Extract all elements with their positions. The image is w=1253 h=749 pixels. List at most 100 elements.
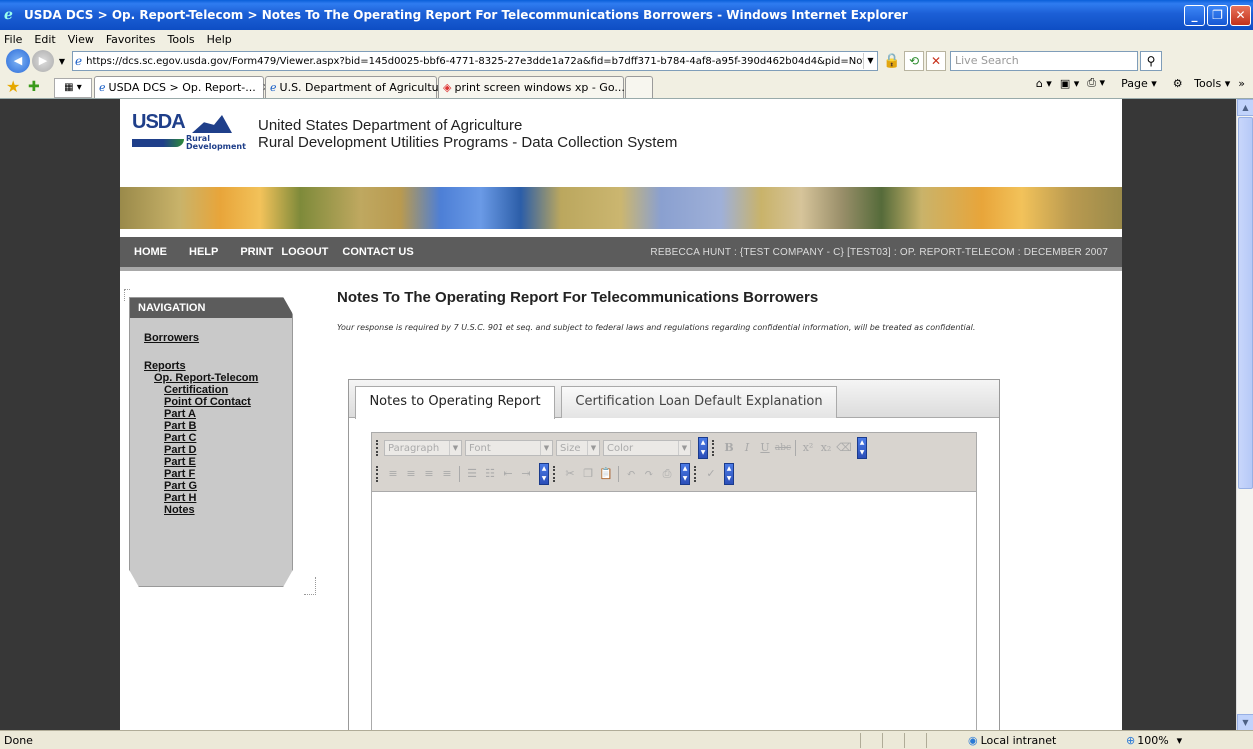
nav-print[interactable]: PRINT xyxy=(240,246,273,258)
menu-file[interactable]: File xyxy=(4,33,22,46)
search-icon[interactable]: ⚲ xyxy=(1140,51,1162,71)
nav-link-part-e[interactable]: Part E xyxy=(164,456,292,468)
security-zone[interactable]: ◉ Local intranet xyxy=(968,734,1086,747)
nav-link-notes[interactable]: Notes xyxy=(164,504,292,516)
scroll-thumb[interactable] xyxy=(1238,117,1253,489)
nav-link-part-d[interactable]: Part D xyxy=(164,444,292,456)
indent-icon[interactable]: ⇥ xyxy=(517,465,535,483)
bullet-list-icon[interactable]: ☰ xyxy=(463,465,481,483)
refresh-button[interactable]: ⟲ xyxy=(904,51,924,71)
cut-icon[interactable]: ✂ xyxy=(561,465,579,483)
nav-logout[interactable]: LOGOUT xyxy=(281,246,328,258)
paragraph-select[interactable]: Paragraph ▼ xyxy=(384,440,462,456)
font-select[interactable]: Font ▼ xyxy=(465,440,553,456)
close-window-button[interactable]: ✕ xyxy=(1230,4,1251,26)
toolbar-overflow-icon[interactable]: ▲ ▼ xyxy=(698,437,708,459)
toolbar-grip[interactable] xyxy=(694,466,698,482)
bold-icon[interactable]: B xyxy=(720,439,738,457)
toolbar-overflow-icon[interactable]: ▲ ▼ xyxy=(680,463,690,485)
nav-link-part-a[interactable]: Part A xyxy=(164,408,292,420)
lock-icon[interactable]: 🔒 xyxy=(882,53,902,69)
outdent-icon[interactable]: ⇤ xyxy=(499,465,517,483)
favorites-star-icon[interactable]: ★ xyxy=(6,76,28,98)
back-button[interactable]: ◀ xyxy=(6,49,30,73)
forward-button[interactable]: ▶ xyxy=(32,50,54,72)
nav-link-reports[interactable]: Reports xyxy=(144,360,292,372)
page-menu[interactable]: Page ▾ xyxy=(1113,77,1157,90)
paste-icon[interactable]: 📋 xyxy=(597,465,615,483)
history-dropdown-icon[interactable]: ▼ xyxy=(56,57,68,66)
nav-link-part-g[interactable]: Part G xyxy=(164,480,292,492)
home-icon[interactable]: ⌂ ▾ xyxy=(1036,77,1052,90)
spellcheck-icon[interactable]: ✓ xyxy=(702,465,720,483)
address-url[interactable]: https://dcs.sc.egov.usda.gov/Form479/Vie… xyxy=(86,56,863,67)
maximize-button[interactable]: ❐ xyxy=(1207,4,1228,26)
chevron-more-icon[interactable]: » xyxy=(1238,77,1245,90)
print-icon[interactable]: ⎙ ▾ xyxy=(1087,76,1105,90)
quick-tabs-button[interactable]: ▦ ▾ xyxy=(54,78,92,98)
nav-link-op-report-telecom[interactable]: Op. Report-Telecom xyxy=(154,372,292,384)
nav-link-point-of-contact[interactable]: Point Of Contact xyxy=(164,396,292,408)
address-dropdown-icon[interactable]: ▼ xyxy=(863,53,877,69)
nav-link-part-f[interactable]: Part F xyxy=(164,468,292,480)
usda-logo[interactable]: USDA Rural Development xyxy=(132,111,250,151)
add-favorites-icon[interactable]: ✚ xyxy=(28,76,54,98)
nav-link-borrowers[interactable]: Borrowers xyxy=(144,332,292,344)
menu-edit[interactable]: Edit xyxy=(34,33,55,46)
menu-view[interactable]: View xyxy=(68,33,94,46)
scroll-up-icon[interactable]: ▲ xyxy=(1237,99,1253,116)
toolbar-overflow-icon[interactable]: ▲ ▼ xyxy=(539,463,549,485)
live-search-input[interactable]: Live Search xyxy=(950,51,1138,71)
browser-tab-google[interactable]: ◈ print screen windows xp - Go... xyxy=(438,76,625,98)
toolbar-overflow-icon[interactable]: ▲ ▼ xyxy=(724,463,734,485)
nav-link-part-c[interactable]: Part C xyxy=(164,432,292,444)
toolbar-grip[interactable] xyxy=(553,466,557,482)
minimize-button[interactable]: _ xyxy=(1184,4,1205,26)
tab-certification-loan-default[interactable]: Certification Loan Default Explanation xyxy=(561,386,837,418)
toolbar-grip[interactable] xyxy=(376,466,380,482)
vertical-scrollbar[interactable]: ▲ ▼ xyxy=(1236,99,1253,730)
align-left-icon[interactable]: ≡ xyxy=(384,465,402,483)
undo-icon[interactable]: ↶ xyxy=(622,465,640,483)
menu-help[interactable]: Help xyxy=(207,33,232,46)
scroll-down-icon[interactable]: ▼ xyxy=(1237,714,1253,730)
browser-tab-usda[interactable]: ℯ U.S. Department of Agriculture xyxy=(265,76,450,98)
superscript-icon[interactable]: x² xyxy=(799,439,817,457)
redo-icon[interactable]: ↷ xyxy=(640,465,658,483)
tools-menu[interactable]: ⚙ Tools ▾ xyxy=(1165,77,1231,90)
copy-icon[interactable]: ❐ xyxy=(579,465,597,483)
nav-link-certification[interactable]: Certification xyxy=(164,384,292,396)
color-select[interactable]: Color ▼ xyxy=(603,440,691,456)
chevron-down-icon: ▾ xyxy=(1176,733,1183,747)
tab-notes-to-operating-report[interactable]: Notes to Operating Report xyxy=(355,386,555,419)
editor-text-area[interactable] xyxy=(372,491,976,730)
feeds-icon[interactable]: ▣ ▾ xyxy=(1060,77,1079,90)
menu-tools[interactable]: Tools xyxy=(168,33,195,46)
address-bar[interactable]: ℯ https://dcs.sc.egov.usda.gov/Form479/V… xyxy=(72,51,878,71)
stop-button[interactable]: ✕ xyxy=(926,51,946,71)
size-select[interactable]: Size ▼ xyxy=(556,440,600,456)
eraser-icon[interactable]: ⌫ xyxy=(835,439,853,457)
nav-help[interactable]: HELP xyxy=(189,246,218,258)
menu-favorites[interactable]: Favorites xyxy=(106,33,156,46)
align-right-icon[interactable]: ≡ xyxy=(420,465,438,483)
numbered-list-icon[interactable]: ☷ xyxy=(481,465,499,483)
toolbar-grip[interactable] xyxy=(712,440,716,456)
toolbar-grip[interactable] xyxy=(376,440,380,456)
navigation-heading: NAVIGATION xyxy=(130,298,292,318)
nav-link-part-h[interactable]: Part H xyxy=(164,492,292,504)
new-tab-button[interactable] xyxy=(625,76,653,98)
subscript-icon[interactable]: x₂ xyxy=(817,439,835,457)
nav-home[interactable]: HOME xyxy=(134,246,167,258)
strikethrough-icon[interactable]: abc xyxy=(774,439,792,457)
print-icon[interactable]: ⎙ xyxy=(658,465,676,483)
align-center-icon[interactable]: ≡ xyxy=(402,465,420,483)
align-justify-icon[interactable]: ≡ xyxy=(438,465,456,483)
underline-icon[interactable]: U xyxy=(756,439,774,457)
zoom-control[interactable]: ⊕ 100% ▾ xyxy=(1126,734,1182,747)
italic-icon[interactable]: I xyxy=(738,439,756,457)
toolbar-overflow-icon[interactable]: ▲ ▼ xyxy=(857,437,867,459)
nav-contact-us[interactable]: CONTACT US xyxy=(342,246,413,258)
nav-link-part-b[interactable]: Part B xyxy=(164,420,292,432)
browser-tab-usda-dcs[interactable]: ℯ USDA DCS > Op. Report-... ✕ xyxy=(94,76,271,98)
